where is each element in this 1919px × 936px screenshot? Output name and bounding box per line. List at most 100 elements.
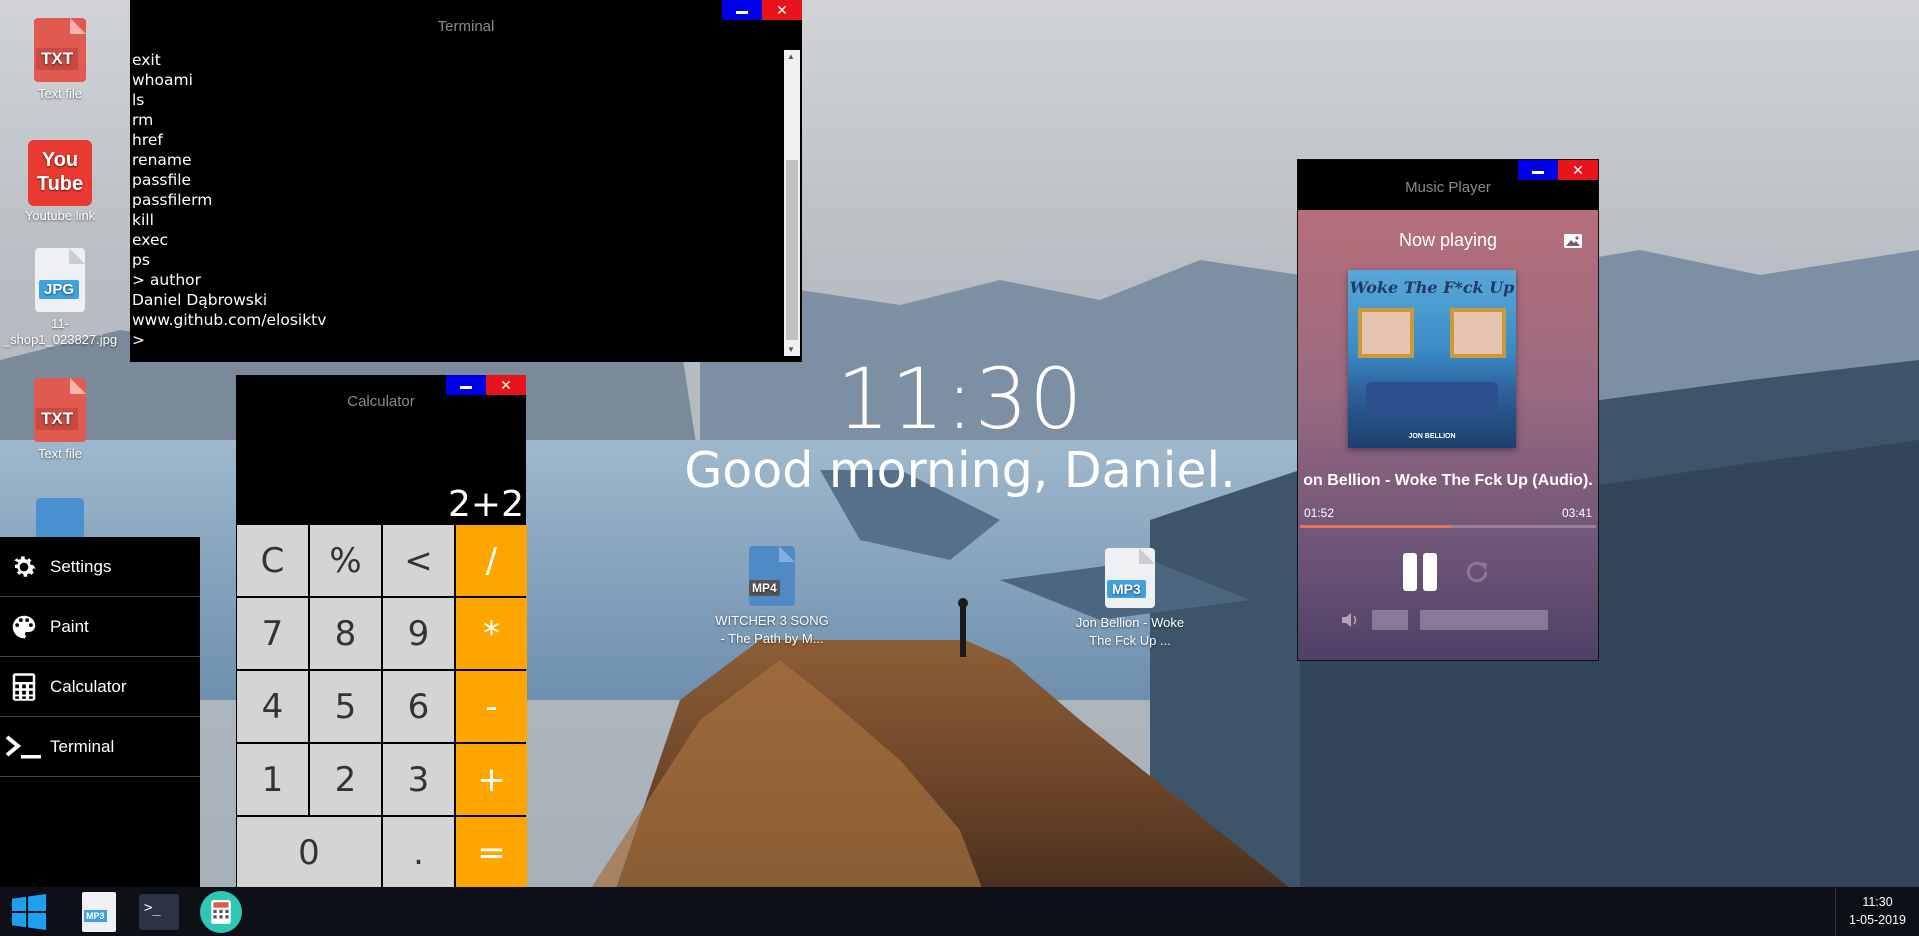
calculator-icon xyxy=(4,672,44,702)
scrollbar-thumb[interactable] xyxy=(786,160,798,340)
terminal-line: exec xyxy=(132,231,169,249)
terminal-icon xyxy=(4,732,44,762)
calc-key-9[interactable]: 9 xyxy=(383,598,454,669)
close-button[interactable]: ✕ xyxy=(762,0,802,20)
start-menu: Settings Paint Calculator Terminal xyxy=(0,537,200,887)
calc-key-clear[interactable]: C xyxy=(237,525,308,596)
calc-key-7[interactable]: 7 xyxy=(237,598,308,669)
calc-key-4[interactable]: 4 xyxy=(237,671,308,742)
image-icon[interactable] xyxy=(1564,234,1582,248)
gear-icon xyxy=(4,552,44,582)
minimize-button[interactable] xyxy=(446,375,486,395)
jpg-file-icon: JPG xyxy=(35,248,85,312)
playback-controls xyxy=(1298,553,1598,591)
terminal-line: href xyxy=(132,131,163,149)
album-frame-left xyxy=(1358,308,1414,358)
close-icon: ✕ xyxy=(500,376,512,393)
terminal-line: Daniel Dąbrowski xyxy=(132,291,268,309)
desktop-icon-label: Text file xyxy=(37,86,83,101)
calc-key-add[interactable]: + xyxy=(456,744,527,815)
progress-bar[interactable] xyxy=(1300,525,1596,528)
menu-item-label: Settings xyxy=(50,556,112,576)
pause-button[interactable] xyxy=(1401,553,1439,591)
youtube-icon: You Tube xyxy=(28,140,92,206)
terminal-output[interactable]: exit whoami ls rm href rename passfile p… xyxy=(132,50,782,356)
minimize-button[interactable] xyxy=(722,0,762,20)
taskbar-terminal[interactable]: >_ xyxy=(138,891,180,933)
desktop-icon-label: Jon Bellion - Woke The Fck Up ... xyxy=(1075,615,1185,648)
menu-item-paint[interactable]: Paint xyxy=(0,597,200,657)
calc-key-5[interactable]: 5 xyxy=(310,671,381,742)
minimize-button[interactable] xyxy=(1518,160,1558,180)
desktop-icon-mp3[interactable]: MP3 Jon Bellion - Woke The Fck Up ... xyxy=(1070,548,1190,650)
calc-key-multiply[interactable]: * xyxy=(456,598,527,669)
repeat-button[interactable] xyxy=(1459,553,1495,591)
menu-item-terminal[interactable]: Terminal xyxy=(0,717,200,777)
close-button[interactable]: ✕ xyxy=(486,375,526,395)
calc-key-3[interactable]: 3 xyxy=(383,744,454,815)
terminal-title: Terminal xyxy=(437,18,495,35)
calc-key-2[interactable]: 2 xyxy=(310,744,381,815)
taskbar-calculator[interactable] xyxy=(200,891,242,933)
mp3-file-icon: MP3 xyxy=(1105,548,1155,608)
greeting: Good morning, Daniel. xyxy=(684,442,1236,499)
terminal-line: exit xyxy=(132,51,161,69)
desktop-clock: 11:30 Good morning, Daniel. xyxy=(680,350,1240,499)
calc-key-6[interactable]: 6 xyxy=(383,671,454,742)
desktop-icon-label: Youtube link xyxy=(24,208,96,223)
tray-date: 1-05-2019 xyxy=(1849,913,1906,927)
desktop-icon-mp4[interactable]: MP4 WITCHER 3 SONG - The Path by M... xyxy=(712,546,832,648)
terminal-line: ps xyxy=(132,251,150,269)
terminal-line: ls xyxy=(132,91,145,109)
terminal-window[interactable]: Terminal ✕ exit whoami ls rm href rename… xyxy=(130,0,802,362)
menu-item-calculator[interactable]: Calculator xyxy=(0,657,200,717)
taskbar-mp3[interactable]: MP3 xyxy=(78,891,120,933)
terminal-line: www.github.com/elosiktv xyxy=(132,311,327,329)
desktop-icon-label: WITCHER 3 SONG - The Path by M... xyxy=(715,613,829,646)
album-title: Woke The F*ck Up xyxy=(1349,278,1515,297)
calc-key-equals[interactable]: = xyxy=(456,817,527,888)
minimize-icon xyxy=(460,385,472,389)
calc-key-percent[interactable]: % xyxy=(310,525,381,596)
desktop-icon-text-file-2[interactable]: TXT Text file xyxy=(0,378,120,461)
minimize-icon xyxy=(736,10,748,14)
terminal-scrollbar[interactable]: ▲ ▼ xyxy=(784,50,800,356)
music-player-window[interactable]: Music Player ✕ Now playing Woke The F*ck… xyxy=(1297,159,1599,661)
close-button[interactable]: ✕ xyxy=(1558,160,1598,180)
minimize-icon xyxy=(1532,170,1544,174)
album-frame-right xyxy=(1450,308,1506,358)
taskbar: MP3 >_ 11:30 1-05-2019 xyxy=(0,887,1919,936)
terminal-line: rm xyxy=(132,111,154,129)
calc-key-8[interactable]: 8 xyxy=(310,598,381,669)
calc-key-divide[interactable]: / xyxy=(456,525,527,596)
scroll-down-arrow-icon[interactable]: ▼ xyxy=(787,345,795,354)
volume-controls xyxy=(1340,610,1548,630)
terminal-prompt[interactable]: > xyxy=(132,330,782,350)
tray-time: 11:30 xyxy=(1862,895,1893,909)
calculator-window[interactable]: Calculator ✕ 2+2 C % < / 7 8 9 * 4 5 6 -… xyxy=(236,375,527,888)
music-player-body: Now playing Woke The F*ck Up JON BELLION… xyxy=(1298,210,1598,660)
system-tray-clock[interactable]: 11:30 1-05-2019 xyxy=(1835,887,1919,936)
calc-key-decimal[interactable]: . xyxy=(383,817,454,888)
palette-icon xyxy=(4,612,44,642)
mute-toggle[interactable] xyxy=(1372,610,1408,630)
track-times: 01:52 03:41 xyxy=(1304,506,1592,520)
desktop-icon-jpg[interactable]: JPG 11-_shop1_023827.jpg xyxy=(0,248,120,348)
album-artist: JON BELLION xyxy=(1408,433,1456,440)
scroll-up-arrow-icon[interactable]: ▲ xyxy=(787,52,795,61)
calc-key-backspace[interactable]: < xyxy=(383,525,454,596)
calculator-display: 2+2 xyxy=(236,425,526,525)
close-icon: ✕ xyxy=(776,1,788,18)
start-button[interactable] xyxy=(8,891,50,933)
menu-item-label: Paint xyxy=(50,616,89,636)
calc-key-1[interactable]: 1 xyxy=(237,744,308,815)
volume-slider[interactable] xyxy=(1420,610,1548,630)
txt-file-icon: TXT xyxy=(34,378,86,442)
menu-item-settings[interactable]: Settings xyxy=(0,537,200,597)
terminal-line: passfilerm xyxy=(132,191,213,209)
desktop-icon-youtube-link[interactable]: You Tube Youtube link xyxy=(0,140,120,223)
desktop-icon-text-file-1[interactable]: TXT Text file xyxy=(0,18,120,101)
calc-key-0[interactable]: 0 xyxy=(237,817,381,888)
calc-key-subtract[interactable]: - xyxy=(456,671,527,742)
terminal-line: rename xyxy=(132,151,192,169)
